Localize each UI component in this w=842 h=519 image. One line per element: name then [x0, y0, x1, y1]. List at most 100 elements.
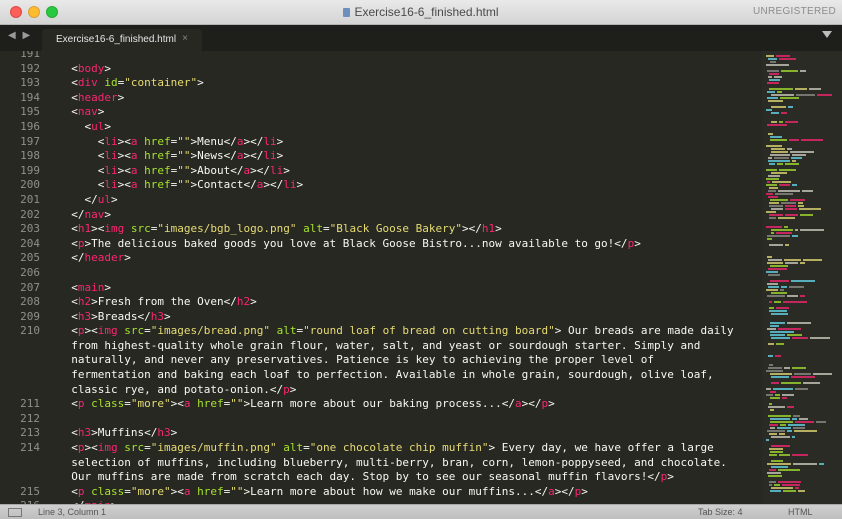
code-line[interactable]: 197 <li><a href="">Menu</a></li>: [0, 135, 760, 150]
tag-token: header: [77, 90, 118, 104]
line-code: <h3>Breads</h3>: [58, 309, 170, 325]
minimap-line: [791, 280, 815, 282]
tag-token: a: [130, 134, 138, 148]
code-line[interactable]: 214 <p><img src="images/muffin.png" alt=…: [0, 441, 760, 456]
text-token: <: [71, 295, 78, 309]
tab-close-icon[interactable]: ×: [182, 33, 188, 44]
minimap-line: [777, 163, 783, 165]
code-line[interactable]: 204 <p>The delicious baked goods you lov…: [0, 237, 760, 252]
code-line[interactable]: Our muffins are made from scratch each d…: [0, 470, 760, 485]
tag-token: li: [104, 178, 118, 192]
minimap-line: [813, 373, 832, 375]
code-line[interactable]: 192 <body>: [0, 62, 760, 77]
code-line[interactable]: 210 <p><img src="images/bread.png" alt="…: [0, 324, 760, 339]
status-bar: Line 3, Column 1 Tab Size: 4 HTML: [0, 504, 842, 519]
minimap-line: [792, 418, 797, 420]
window-title: Exercise16-6_finished.html: [0, 5, 842, 19]
code-line[interactable]: 213 <h3>Muffins</h3>: [0, 426, 760, 441]
code-line[interactable]: 195 <nav>: [0, 105, 760, 120]
code-editor[interactable]: 191 192 <body> 193 <div id="container"> 194…: [0, 51, 760, 504]
minimap-line: [770, 280, 789, 282]
line-number: 196: [20, 119, 40, 133]
text-token: >: [276, 149, 284, 163]
code-line[interactable]: 203 <h1><img src="images/bgb_logo.png" a…: [0, 222, 760, 237]
text-token: <: [71, 426, 78, 440]
code-line[interactable]: 202 </nav>: [0, 208, 760, 223]
code-line[interactable]: 209 <h3>Breads</h3>: [0, 310, 760, 325]
code-line[interactable]: 200 <li><a href="">Contact</a></li>: [0, 178, 760, 193]
code-line[interactable]: 191: [0, 51, 760, 62]
text-token: >: [124, 251, 131, 265]
minimap-line: [768, 190, 776, 192]
tab-nav-arrows-icon[interactable]: ◀ ▶: [8, 30, 32, 41]
minimap-line: [771, 292, 787, 294]
attribute-token: src: [124, 324, 145, 338]
minimap-line: [779, 58, 796, 60]
code-line[interactable]: naturally, and never any preservatives. …: [0, 353, 760, 368]
minimap-line: [766, 169, 777, 171]
text-token: ><: [117, 178, 131, 192]
code-line[interactable]: 208 <h2>Fresh from the Oven</h2>: [0, 295, 760, 310]
tag-token: li: [104, 134, 118, 148]
code-line[interactable]: 198 <li><a href="">News</a></li>: [0, 149, 760, 164]
minimap-line: [767, 262, 783, 264]
text-token: <: [71, 222, 78, 236]
code-line[interactable]: 193 <div id="container">: [0, 76, 760, 91]
text-token: fermentation and baking each loaf to per…: [58, 368, 714, 382]
minimap-line: [771, 466, 788, 468]
code-line[interactable]: 196 <ul>: [0, 120, 760, 135]
code-line[interactable]: 201 </ul>: [0, 193, 760, 208]
code-line[interactable]: 205 </header>: [0, 251, 760, 266]
tab-size-selector[interactable]: Tab Size: 4: [698, 507, 743, 517]
string-token: "": [230, 484, 244, 498]
text-token: </: [84, 192, 98, 206]
code-line[interactable]: selection of muffins, including blueberr…: [0, 456, 760, 471]
minimap-line: [769, 481, 776, 483]
code-line[interactable]: 211 <p class="more"><a href="">Learn mor…: [0, 397, 760, 412]
license-status: UNREGISTERED: [752, 6, 836, 17]
document-icon: [343, 8, 351, 17]
code-line[interactable]: from highest-quality whole grain flour, …: [0, 339, 760, 354]
string-token: "": [177, 163, 191, 177]
minimap-line: [767, 82, 779, 84]
minimap-line: [769, 214, 783, 216]
minimap-line: [779, 184, 790, 186]
code-line[interactable]: 199 <li><a href="">About</a></li>: [0, 164, 760, 179]
line-number: 213: [20, 426, 40, 440]
tab-menu-chevron-down-icon[interactable]: [822, 31, 832, 38]
minimap-line: [771, 445, 790, 447]
line-number: 209: [20, 309, 40, 323]
minimap-line: [779, 169, 796, 171]
code-line[interactable]: 194 <header>: [0, 91, 760, 106]
minimap-line: [771, 337, 790, 339]
minimap-line: [771, 112, 779, 114]
code-line[interactable]: 207 <main>: [0, 281, 760, 296]
minimap-line: [800, 262, 805, 264]
minimap-line: [768, 406, 785, 408]
minimap-line: [768, 76, 772, 78]
text-token: <: [71, 309, 78, 323]
minimap-line: [766, 394, 773, 396]
syntax-selector[interactable]: HTML: [788, 507, 813, 517]
code-line[interactable]: classic rye, and potato-onion.</p>: [0, 383, 760, 398]
line-code: classic rye, and potato-onion.</p>: [58, 383, 296, 398]
minimap-line: [787, 334, 802, 336]
line-number: 214: [20, 441, 40, 455]
line-number: 208: [20, 295, 40, 309]
text-token: <: [71, 61, 78, 75]
attribute-token: src: [124, 441, 145, 455]
code-line[interactable]: 212: [0, 412, 760, 427]
tab-exercise-file[interactable]: Exercise16-6_finished.html ×: [42, 29, 202, 51]
line-number: 193: [20, 76, 40, 90]
minimap-line: [769, 307, 774, 309]
code-line[interactable]: 215 <p class="more"><a href="">Learn mor…: [0, 485, 760, 500]
code-line[interactable]: 206: [0, 266, 760, 281]
code-line[interactable]: fermentation and baking each loaf to per…: [0, 368, 760, 383]
panel-toggle-icon[interactable]: [8, 508, 22, 517]
minimap[interactable]: [762, 51, 842, 504]
text-token: >Learn more about our baking process...<…: [243, 397, 516, 411]
